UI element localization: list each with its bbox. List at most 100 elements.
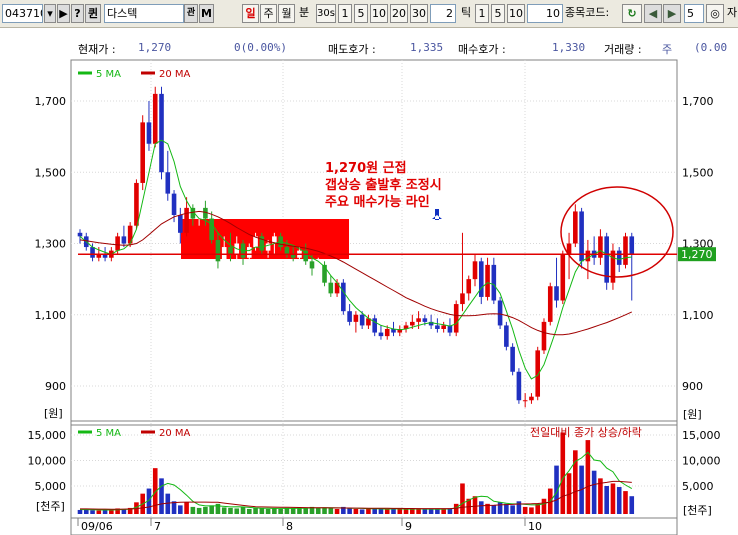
stock-name-field[interactable]: 다스텍	[104, 4, 184, 23]
interval-20-button[interactable]: 20	[390, 4, 408, 23]
candle-body	[485, 264, 490, 297]
bid-price-value: 1,330	[552, 41, 586, 54]
candle-body	[516, 371, 522, 401]
volume-tick-left: 5,000	[35, 480, 67, 493]
interval-30s-unit: s	[329, 8, 335, 19]
tick-input[interactable]: 2	[430, 4, 456, 23]
candle-body	[215, 239, 221, 262]
price-tick-left: 900	[45, 380, 66, 393]
volume-bar	[585, 440, 591, 514]
month-label: 09/06	[81, 520, 113, 533]
price-tag-text: 1,270	[681, 248, 713, 261]
candle-body	[228, 247, 233, 255]
legend-ma5-label: 5 MA	[96, 69, 121, 80]
price-tick-right: 1,100	[682, 309, 714, 322]
volume-bar	[435, 509, 440, 514]
tab-daily[interactable]: 일	[242, 4, 259, 23]
code-quick-button[interactable]: 퀸	[85, 4, 101, 23]
next-button[interactable]: ▶	[663, 4, 681, 23]
volume-bar	[290, 508, 296, 514]
candle-body	[610, 250, 616, 283]
volume-bar	[460, 483, 465, 514]
price-tick-left: 1,500	[35, 166, 67, 179]
volume-bar	[221, 507, 227, 514]
interval-10-button[interactable]: 10	[370, 4, 388, 23]
count-input[interactable]: 10	[527, 4, 563, 23]
volume-bar	[372, 508, 377, 514]
candle-body	[478, 261, 484, 297]
month-label: 8	[286, 520, 293, 533]
ask-price-value: 1,335	[410, 41, 444, 54]
annotation-line-2: 갭상승 출발후 조정시	[325, 177, 442, 193]
volume-bar	[109, 510, 114, 514]
interval-1-button[interactable]: 1	[338, 4, 352, 23]
candle-body	[616, 250, 622, 265]
tab-weekly[interactable]: 주	[260, 4, 277, 23]
current-price-value: 1,270	[138, 41, 172, 54]
candle-body	[554, 286, 559, 301]
month-label: 10	[528, 520, 542, 533]
refresh-icon[interactable]: ↻	[622, 4, 642, 23]
volume-bar	[441, 508, 446, 514]
interval-30s-button[interactable]: 30s	[316, 4, 336, 23]
volume-bar	[428, 508, 434, 514]
menu-m-button[interactable]: M	[199, 4, 214, 23]
candle-body	[328, 282, 334, 294]
volume-bar	[253, 507, 258, 514]
tab-monthly[interactable]: 월	[278, 4, 295, 23]
candle-body	[460, 293, 465, 305]
volume-bar	[629, 496, 635, 514]
zoom-input[interactable]: 5	[684, 4, 704, 23]
interest-button[interactable]: 관	[184, 4, 198, 23]
candle-body	[504, 325, 509, 347]
candle-body	[547, 286, 553, 322]
code-dropdown-button[interactable]: ▾	[44, 4, 56, 23]
tick-1-button[interactable]: 1	[475, 4, 489, 23]
volume-bar	[265, 508, 271, 514]
candle-body	[341, 282, 346, 312]
code-help-button[interactable]: ?	[71, 4, 84, 23]
candle-body	[497, 300, 503, 326]
change-value: 0(0.00%)	[234, 41, 287, 54]
volume-tick-left: 15,000	[28, 429, 67, 442]
stock-code-input[interactable]: 043710	[2, 4, 43, 23]
candle-body	[134, 182, 139, 226]
candle-body	[140, 122, 145, 183]
volume-bar	[303, 508, 309, 514]
volume-unit-right: [천주]	[683, 503, 712, 517]
volume-bar	[203, 506, 208, 514]
vol-legend-ma20-label: 20 MA	[159, 428, 191, 439]
search-icon[interactable]: ◎	[706, 4, 724, 23]
code-label: 종목코드:	[565, 6, 610, 19]
volume-bar	[96, 510, 102, 514]
interval-5-button[interactable]: 5	[354, 4, 368, 23]
price-tick-left: 1,700	[35, 95, 67, 108]
candle-body	[90, 247, 95, 258]
candle-body	[510, 346, 515, 372]
tick-5-button[interactable]: 5	[491, 4, 505, 23]
volume-bar	[623, 491, 628, 514]
price-tick-right: 1,500	[682, 166, 714, 179]
candle-body	[472, 261, 478, 280]
volume-bar	[453, 503, 459, 514]
candle-body	[623, 236, 628, 265]
candle-body	[585, 250, 591, 262]
volume-tick-left: 10,000	[28, 455, 67, 468]
candle-body	[422, 318, 428, 322]
candle-body	[246, 247, 252, 258]
month-label: 7	[154, 520, 161, 533]
volume-bar	[472, 496, 478, 514]
volume-bar	[209, 505, 214, 514]
candle-body	[178, 215, 183, 233]
prev-button[interactable]: ◀	[644, 4, 662, 23]
candle-body	[115, 236, 120, 251]
code-next-button[interactable]: ▶	[57, 4, 70, 23]
volume-bar	[328, 507, 334, 514]
tail-label: 자	[726, 6, 738, 19]
tick-10-button[interactable]: 10	[507, 4, 525, 23]
stock-chart[interactable]: 900 9001,100 1,1001,300 1,3001,500 1,5001,70…	[0, 56, 738, 535]
volume-bar	[403, 509, 409, 514]
right-change-value: (0.00	[694, 41, 728, 54]
interval-30-button[interactable]: 30	[410, 4, 428, 23]
candle-body	[384, 329, 390, 337]
